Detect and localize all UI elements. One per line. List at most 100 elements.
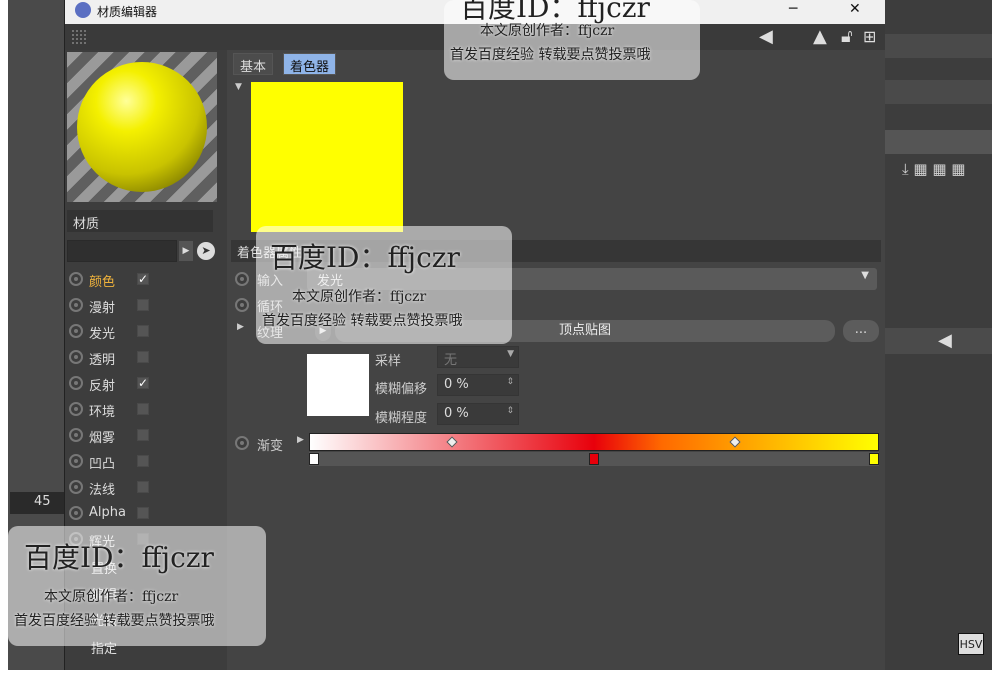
- channel-label: 颜色: [89, 275, 116, 290]
- gradient-knot[interactable]: [869, 453, 879, 465]
- watermark-line2: 首发百度经验 转载要点赞投票哦: [14, 613, 215, 629]
- close-button[interactable]: ✕: [849, 1, 861, 17]
- blur-scale-label: 模糊程度: [375, 411, 428, 426]
- radio-icon[interactable]: [69, 298, 83, 312]
- channel-checkbox[interactable]: [137, 507, 149, 519]
- watermark-line1: 本文原创作者：ffjczr: [44, 589, 179, 605]
- channel-checkbox[interactable]: [137, 351, 149, 363]
- material-name[interactable]: 材质: [67, 210, 213, 232]
- shader-preview-swatch: [251, 82, 403, 232]
- radio-icon[interactable]: [69, 480, 83, 494]
- channel-row-bump[interactable]: 凹凸: [67, 450, 217, 474]
- channel-label: 反射: [89, 379, 116, 394]
- add-icon[interactable]: ⊞: [863, 27, 876, 47]
- expand-arrow-icon[interactable]: ▶: [237, 322, 244, 332]
- radio-icon[interactable]: [69, 428, 83, 442]
- sample-label: 采样: [375, 354, 402, 369]
- radio-icon[interactable]: [235, 298, 249, 312]
- channel-label: 环境: [89, 405, 116, 420]
- texture-preview: [307, 354, 369, 416]
- channel-label: 发光: [89, 327, 116, 342]
- blur-scale-field[interactable]: 0 % ⇕: [437, 403, 519, 425]
- hsv-button[interactable]: HSV: [958, 633, 984, 655]
- lock-icon[interactable]: 🔓︎: [841, 27, 853, 47]
- sample-dropdown[interactable]: 无 ▼: [437, 346, 519, 368]
- channel-label: 透明: [89, 353, 116, 368]
- expand-arrow-icon[interactable]: ▶: [297, 435, 304, 445]
- radio-icon[interactable]: [69, 454, 83, 468]
- right-panel-band: [884, 130, 992, 154]
- watermark-line1: 本文原创作者：ffjczr: [480, 23, 615, 39]
- preview-sphere: [77, 62, 207, 192]
- channel-row-fog[interactable]: 烟雾: [67, 424, 217, 448]
- collapse-arrow-icon[interactable]: ▼: [235, 82, 242, 92]
- radio-icon[interactable]: [69, 402, 83, 416]
- blur-offset-value: 0 %: [444, 377, 469, 392]
- material-preview[interactable]: [67, 52, 217, 202]
- texture-browse-button[interactable]: ...: [843, 320, 879, 342]
- channel-row-color[interactable]: 颜色 ✓: [67, 268, 217, 292]
- chevron-down-icon: ▼: [861, 270, 869, 281]
- channel-checkbox[interactable]: ✓: [137, 377, 149, 389]
- tab-shader[interactable]: 着色器: [283, 53, 337, 75]
- channel-row-alpha[interactable]: Alpha: [67, 502, 217, 526]
- watermark-id: 百度ID：ffjczr: [270, 241, 460, 274]
- gradient-knot-track[interactable]: [309, 452, 879, 466]
- radio-icon[interactable]: [69, 324, 83, 338]
- material-icons-row[interactable]: ⤓ ▦ ▦ ▦: [902, 160, 965, 178]
- channel-checkbox[interactable]: [137, 429, 149, 441]
- minimize-button[interactable]: ─: [789, 1, 797, 17]
- stepper-icon[interactable]: ⇕: [506, 406, 514, 416]
- radio-icon[interactable]: [69, 272, 83, 286]
- channel-label: 漫射: [89, 301, 116, 316]
- radio-icon[interactable]: [69, 376, 83, 390]
- watermark-id: 百度ID：ffjczr: [24, 541, 214, 574]
- gradient-knot[interactable]: [589, 453, 599, 465]
- radio-icon[interactable]: [235, 272, 249, 286]
- channel-label: Alpha: [89, 505, 126, 520]
- right-panel-band: [884, 80, 992, 104]
- gradient-label: 渐变: [257, 439, 284, 454]
- sample-value: 无: [444, 353, 458, 368]
- channel-checkbox[interactable]: [137, 481, 149, 493]
- channel-row-reflectance[interactable]: 反射 ✓: [67, 372, 217, 396]
- arrow-left-icon[interactable]: ◀: [938, 330, 952, 351]
- channel-checkbox[interactable]: [137, 325, 149, 337]
- grip-icon[interactable]: [71, 29, 87, 45]
- channel-row-normal[interactable]: 法线: [67, 476, 217, 500]
- channel-checkbox[interactable]: [137, 455, 149, 467]
- channel-checkbox[interactable]: ✓: [137, 273, 149, 285]
- tab-basic[interactable]: 基本: [233, 53, 274, 75]
- stepper-icon[interactable]: ⇕: [506, 377, 514, 387]
- material-search-input[interactable]: [67, 240, 177, 262]
- shader-panel: 基本 着色器 ▼ 着色器属性 输入 发光 ▼ 循环 ▶ 纹理 ▶ 顶点贴图 ..…: [227, 50, 885, 670]
- channel-row-luminance[interactable]: 发光: [67, 320, 217, 344]
- gradient-bar[interactable]: [309, 433, 879, 451]
- channel-checkbox[interactable]: [137, 403, 149, 415]
- pointer-icon[interactable]: ➤: [197, 242, 215, 260]
- app-logo-icon: [75, 2, 91, 18]
- window-title: 材质编辑器: [97, 5, 158, 19]
- watermark-line2: 首发百度经验 转载要点赞投票哦: [262, 313, 463, 329]
- arrow-up-icon[interactable]: ▲: [813, 27, 827, 47]
- watermark-line2: 首发百度经验 转载要点赞投票哦: [450, 47, 651, 63]
- arrow-left-icon[interactable]: ◀: [759, 27, 773, 47]
- channel-row-diffusion[interactable]: 漫射: [67, 294, 217, 318]
- radio-icon[interactable]: [69, 350, 83, 364]
- blur-offset-label: 模糊偏移: [375, 382, 428, 397]
- radio-icon[interactable]: [69, 506, 83, 520]
- gradient-interpolation-handle[interactable]: [446, 436, 458, 448]
- watermark-line1: 本文原创作者：ffjczr: [292, 289, 427, 305]
- radio-icon[interactable]: [235, 436, 249, 450]
- gradient-interpolation-handle[interactable]: [729, 436, 741, 448]
- channel-checkbox[interactable]: [137, 299, 149, 311]
- blur-scale-value: 0 %: [444, 406, 469, 421]
- chevron-down-icon: ▼: [507, 349, 514, 359]
- channel-row-environment[interactable]: 环境: [67, 398, 217, 422]
- channel-label: 烟雾: [89, 431, 116, 446]
- channel-row-transparency[interactable]: 透明: [67, 346, 217, 370]
- expand-arrow-icon[interactable]: ▶: [179, 241, 193, 261]
- frame-number-field[interactable]: 45: [10, 492, 64, 514]
- blur-offset-field[interactable]: 0 % ⇕: [437, 374, 519, 396]
- gradient-knot[interactable]: [309, 453, 319, 465]
